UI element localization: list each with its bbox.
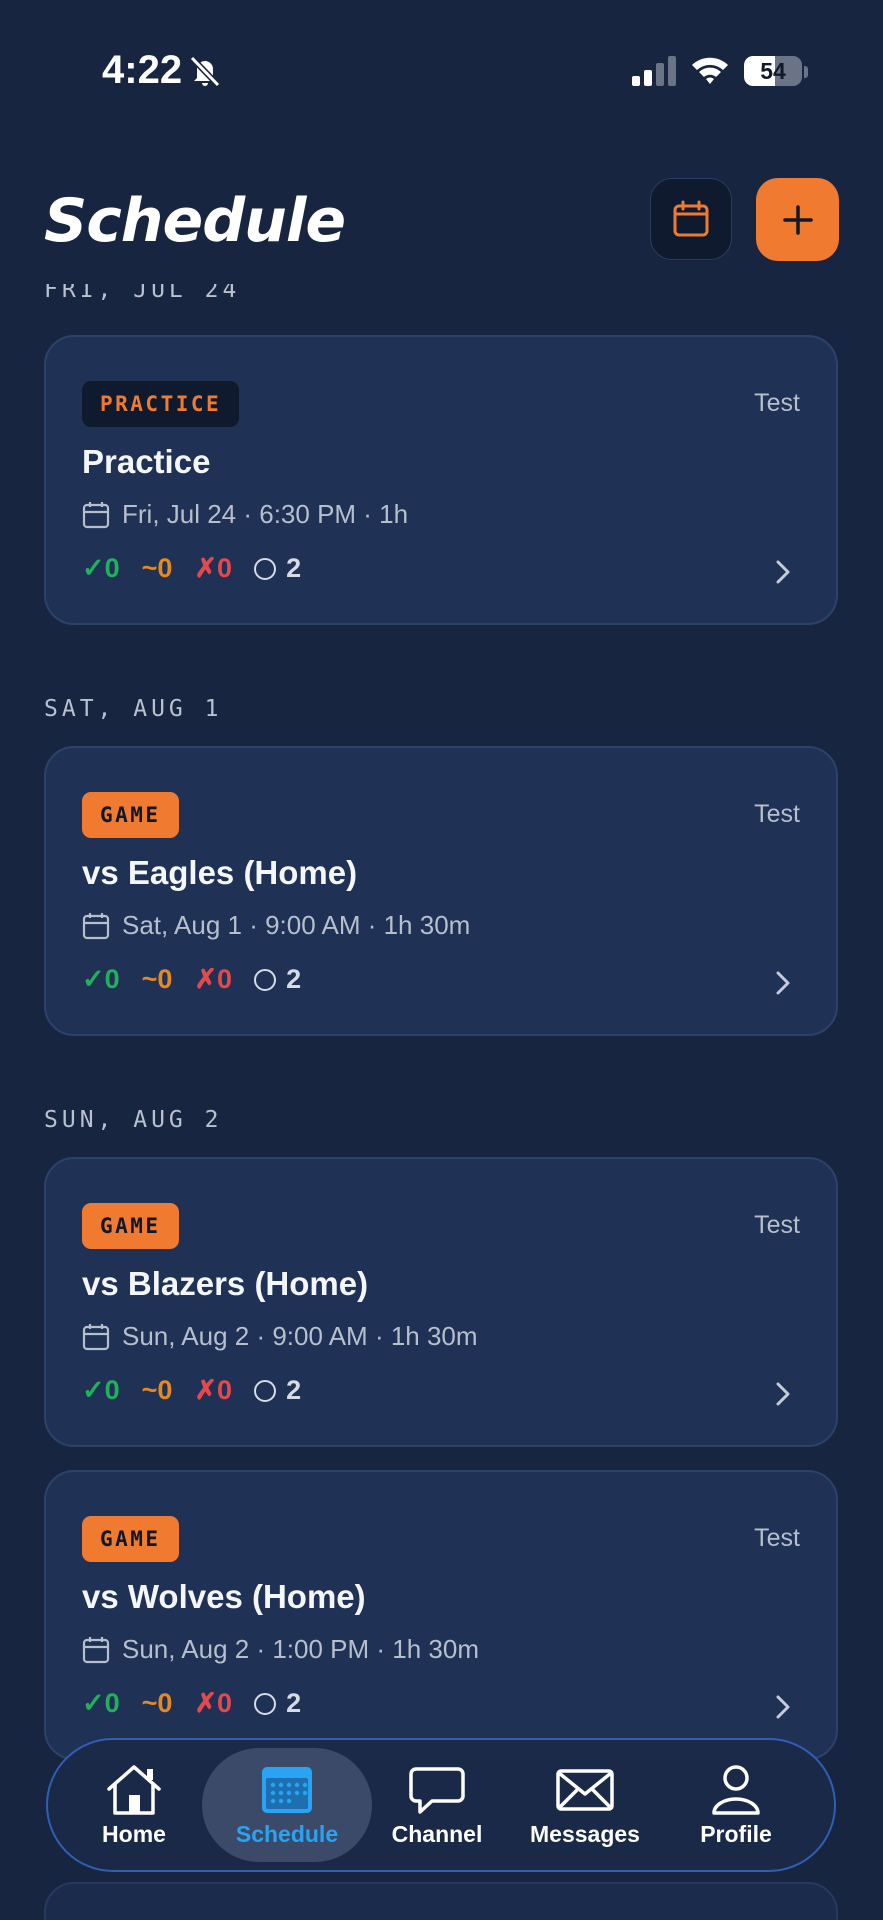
event-title: vs Blazers (Home) bbox=[82, 1265, 369, 1302]
tab-label: Home bbox=[102, 1820, 166, 1847]
tab-label: Channel bbox=[391, 1820, 483, 1847]
chevron-right-icon bbox=[776, 971, 790, 995]
status-time: 4:22 bbox=[102, 48, 183, 92]
event-card[interactable]: PRACTICE Test Practice Fri, Jul 24 · 6:3… bbox=[44, 335, 838, 625]
tab-home[interactable]: Home bbox=[84, 1748, 184, 1862]
plus-icon bbox=[782, 204, 813, 235]
rsvp-no-count: ✗0 bbox=[194, 1688, 233, 1718]
event-title: vs Eagles (Home) bbox=[82, 854, 358, 891]
section-date-header: FRI, JUL 24 bbox=[44, 284, 241, 303]
chat-bubble-icon bbox=[409, 1766, 465, 1814]
calendar-icon bbox=[82, 501, 110, 528]
bell-slash-icon bbox=[189, 55, 221, 88]
rsvp-summary: ✓0 ~0 ✗0 2 bbox=[82, 964, 301, 995]
bottom-tab-bar: Home Schedule Channel Messages Profile bbox=[46, 1738, 836, 1872]
pending-circle-icon bbox=[254, 557, 277, 580]
battery-level: 54 bbox=[760, 57, 786, 84]
rsvp-pending-count: 2 bbox=[286, 1375, 302, 1405]
calendar-icon bbox=[82, 1323, 110, 1350]
tab-label: Profile bbox=[700, 1820, 772, 1847]
event-card[interactable]: GAME Test vs Wolves (Home) Sun, Aug 2 · … bbox=[44, 1470, 838, 1760]
battery-cap bbox=[804, 66, 808, 78]
tab-messages[interactable]: Messages bbox=[526, 1748, 644, 1862]
calendar-icon bbox=[262, 1766, 312, 1813]
tab-schedule[interactable]: Schedule bbox=[202, 1748, 372, 1862]
event-type-tag: GAME bbox=[82, 1203, 179, 1249]
event-card[interactable]: GAME Test vs Eagles (Home) Sat, Aug 1 · … bbox=[44, 746, 838, 1036]
event-type-tag: PRACTICE bbox=[82, 381, 240, 427]
event-datetime: Sun, Aug 2 · 1:00 PM · 1h 30m bbox=[122, 1634, 479, 1664]
pending-circle-icon bbox=[254, 1379, 277, 1402]
calendar-icon bbox=[82, 912, 110, 939]
section-date-header: SAT, AUG 1 bbox=[44, 696, 223, 722]
rsvp-summary: ✓0 ~0 ✗0 2 bbox=[82, 553, 301, 584]
team-label: Test bbox=[754, 1524, 800, 1552]
calendar-icon bbox=[673, 200, 709, 237]
rsvp-no-count: ✗0 bbox=[194, 964, 233, 994]
tab-label: Schedule bbox=[235, 1820, 339, 1847]
event-title: vs Wolves (Home) bbox=[82, 1578, 366, 1615]
event-datetime: Sun, Aug 2 · 9:00 AM · 1h 30m bbox=[122, 1321, 478, 1351]
cellular-signal-icon bbox=[632, 56, 676, 86]
schedule-screen: 4:22 54 Schedule FRI, JUL 24 PRACTICE Te… bbox=[0, 0, 883, 1920]
rsvp-yes-count: ✓0 bbox=[82, 1375, 120, 1405]
team-label: Test bbox=[754, 1211, 800, 1239]
rsvp-yes-count: ✓0 bbox=[82, 553, 120, 583]
event-meta: Sat, Aug 1 · 9:00 AM · 1h 30m bbox=[82, 910, 470, 941]
rsvp-maybe-count: ~0 bbox=[141, 964, 173, 994]
rsvp-pending-count: 2 bbox=[286, 1688, 302, 1718]
event-type-tag: GAME bbox=[82, 792, 179, 838]
team-label: Test bbox=[754, 800, 800, 828]
tab-channel[interactable]: Channel bbox=[382, 1748, 492, 1862]
rsvp-maybe-count: ~0 bbox=[141, 553, 173, 583]
rsvp-summary: ✓0 ~0 ✗0 2 bbox=[82, 1375, 301, 1406]
event-meta: Fri, Jul 24 · 6:30 PM · 1h bbox=[82, 499, 408, 530]
rsvp-maybe-count: ~0 bbox=[141, 1375, 173, 1405]
envelope-icon bbox=[556, 1768, 614, 1811]
battery-indicator: 54 bbox=[744, 56, 802, 86]
next-event-card-partial[interactable] bbox=[44, 1882, 838, 1920]
home-icon bbox=[107, 1764, 161, 1815]
rsvp-no-count: ✗0 bbox=[194, 553, 233, 583]
event-type-tag: GAME bbox=[82, 1516, 179, 1562]
pending-circle-icon bbox=[254, 1692, 277, 1715]
rsvp-summary: ✓0 ~0 ✗0 2 bbox=[82, 1688, 301, 1719]
rsvp-pending-count: 2 bbox=[286, 964, 302, 994]
rsvp-maybe-count: ~0 bbox=[141, 1688, 173, 1718]
event-meta: Sun, Aug 2 · 1:00 PM · 1h 30m bbox=[82, 1634, 479, 1665]
rsvp-yes-count: ✓0 bbox=[82, 1688, 120, 1718]
calendar-view-button[interactable] bbox=[650, 178, 732, 260]
chevron-right-icon bbox=[776, 560, 790, 584]
event-title: Practice bbox=[82, 443, 211, 480]
chevron-right-icon bbox=[776, 1382, 790, 1406]
calendar-icon bbox=[82, 1636, 110, 1663]
event-card[interactable]: GAME Test vs Blazers (Home) Sun, Aug 2 ·… bbox=[44, 1157, 838, 1447]
event-datetime: Sat, Aug 1 · 9:00 AM · 1h 30m bbox=[122, 910, 471, 940]
event-datetime: Fri, Jul 24 · 6:30 PM · 1h bbox=[122, 499, 409, 529]
pending-circle-icon bbox=[254, 968, 277, 991]
chevron-right-icon bbox=[776, 1695, 790, 1719]
tab-label: Messages bbox=[530, 1820, 640, 1847]
tab-profile[interactable]: Profile bbox=[686, 1748, 786, 1862]
page-title: Schedule bbox=[44, 186, 346, 256]
person-icon bbox=[712, 1764, 760, 1815]
rsvp-pending-count: 2 bbox=[286, 553, 302, 583]
add-event-button[interactable] bbox=[756, 178, 839, 261]
rsvp-yes-count: ✓0 bbox=[82, 964, 120, 994]
wifi-icon bbox=[692, 57, 728, 84]
event-meta: Sun, Aug 2 · 9:00 AM · 1h 30m bbox=[82, 1321, 478, 1352]
rsvp-no-count: ✗0 bbox=[194, 1375, 233, 1405]
status-bar: 4:22 54 bbox=[0, 0, 883, 110]
section-date-header: SUN, AUG 2 bbox=[44, 1107, 223, 1133]
team-label: Test bbox=[754, 389, 800, 417]
